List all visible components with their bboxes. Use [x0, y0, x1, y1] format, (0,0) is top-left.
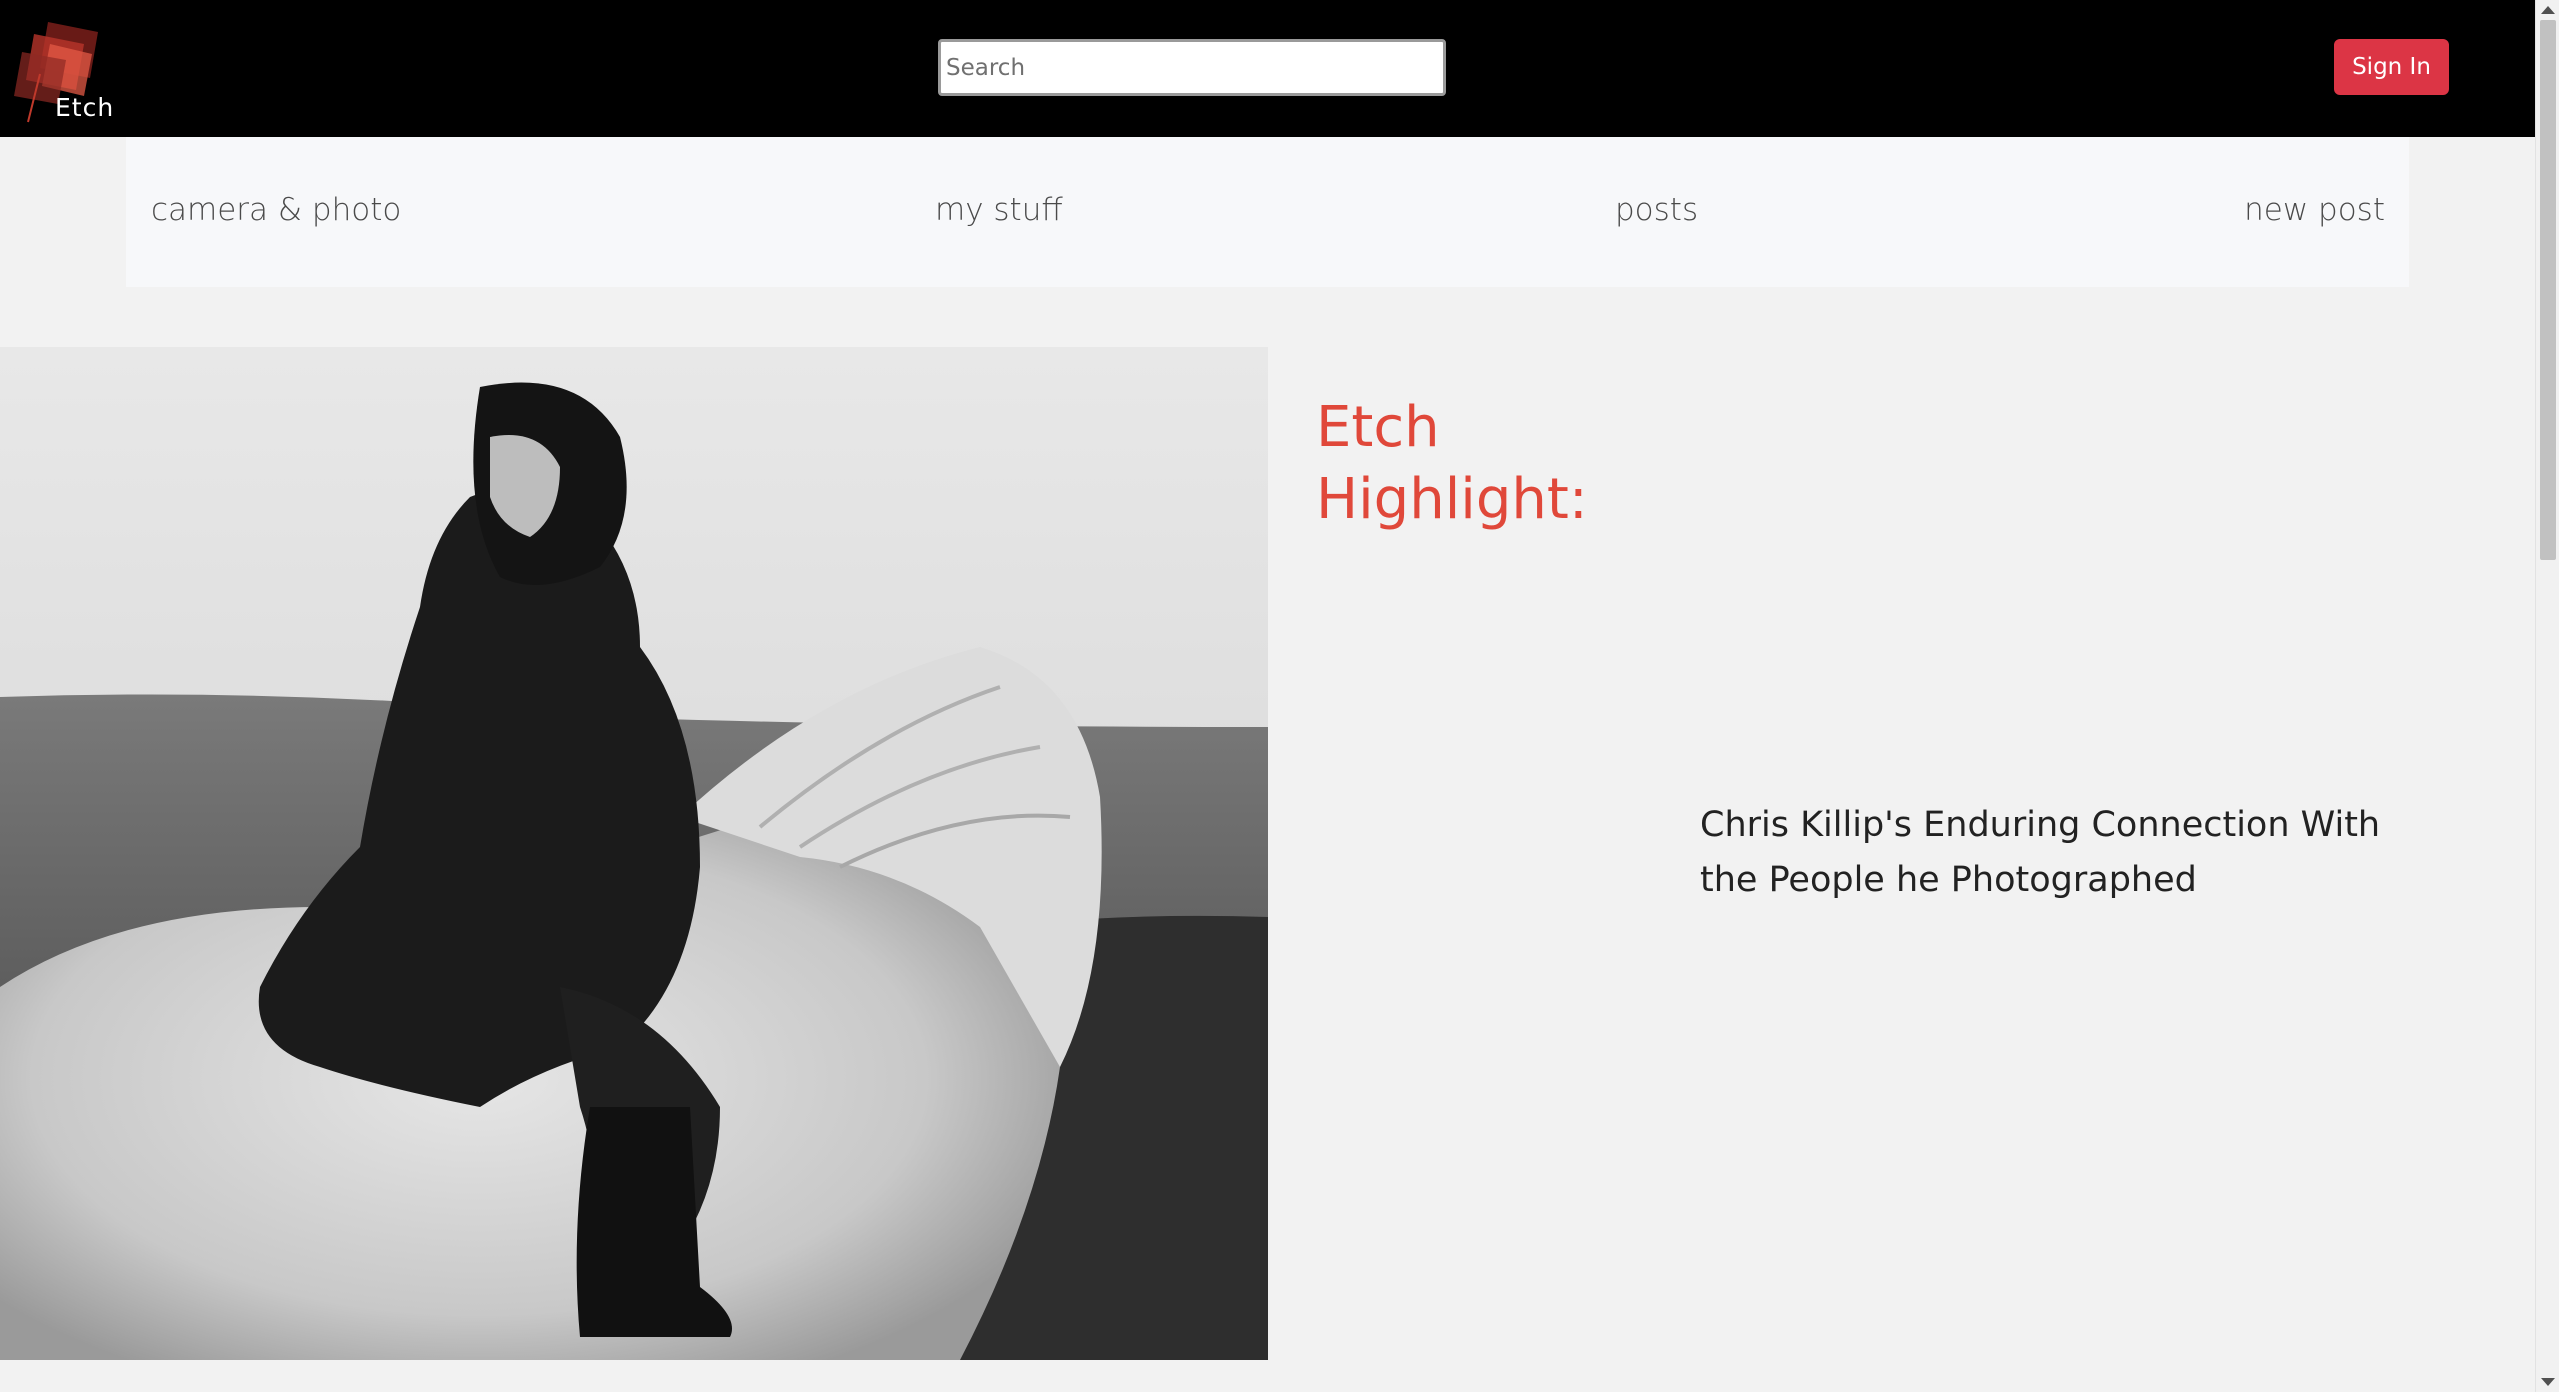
logo-text: Etch — [55, 93, 115, 122]
nav-item-posts[interactable]: posts — [1615, 192, 1698, 228]
search-input[interactable] — [938, 39, 1446, 96]
nav-item-new-post[interactable]: new post — [2244, 192, 2385, 228]
highlight-photo[interactable] — [0, 347, 1268, 1360]
hooded-rider-on-white-pony-photo — [0, 347, 1268, 1360]
highlight-heading: Etch Highlight: — [1316, 395, 1588, 532]
top-bar: Etch Sign In — [0, 0, 2535, 137]
nav-item-my-stuff[interactable]: my stuff — [935, 192, 1063, 228]
sign-in-button[interactable]: Sign In — [2334, 39, 2449, 95]
highlight-caption[interactable]: Chris Killip's Enduring Connection With … — [1700, 798, 2430, 908]
scroll-down-arrow-icon[interactable] — [2541, 1378, 2555, 1386]
scrollbar-thumb[interactable] — [2540, 20, 2556, 560]
scroll-up-arrow-icon[interactable] — [2541, 6, 2555, 14]
main-nav: camera & photo my stuff posts new post — [126, 137, 2409, 287]
nav-item-camera-photo[interactable]: camera & photo — [151, 192, 401, 228]
page-scrollbar[interactable] — [2535, 0, 2559, 1392]
